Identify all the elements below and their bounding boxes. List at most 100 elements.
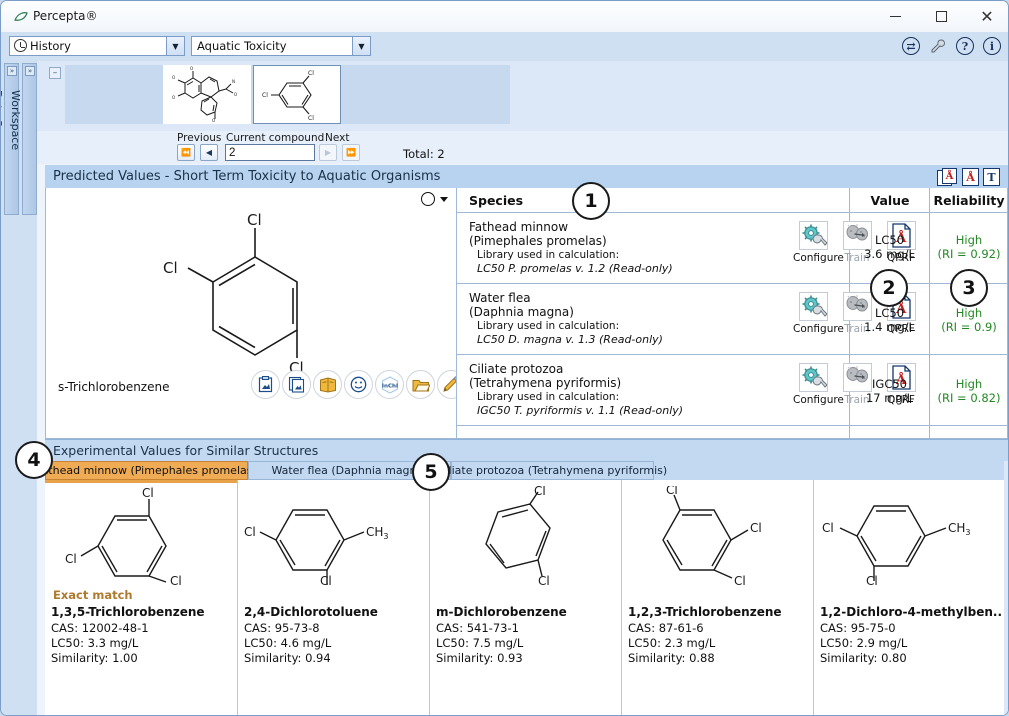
toolbar: History ▼ Aquatic Toxicity ▼ ⇄ ? i: [1, 32, 1008, 62]
radio-unselected-icon[interactable]: [421, 192, 435, 206]
svg-text:CH3: CH3: [948, 521, 971, 537]
similarity-value: Similarity: 0.88: [628, 651, 715, 665]
configure-button[interactable]: Configure: [793, 292, 844, 335]
percepta-window: Percepta® ✕ History ▼ Aquatic Toxicity ▼…: [0, 0, 1009, 716]
column-header-reliability: Reliability: [933, 193, 1005, 208]
window-title: Percepta®: [33, 9, 98, 23]
current-compound-label: Current compound: [226, 132, 325, 144]
export-icon-group: Å Å T: [937, 168, 1000, 186]
list-item[interactable]: Cl Cl Cl 1,2,3-Trichlorobenzene CAS: 87-61…: [621, 480, 813, 715]
similarity-value: Similarity: 1.00: [51, 651, 138, 665]
value-amount: 17 mg/L: [865, 391, 914, 405]
library-name: LC50 P. promelas v. 1.2 (Read-only): [477, 262, 673, 275]
section-title: Experimental Values for Similar Structur…: [53, 443, 319, 458]
smiles-icon[interactable]: [344, 370, 373, 399]
tab-ciliate-protozoa[interactable]: Ciliate protozoa (Tetrahymena pyriformis…: [438, 461, 667, 480]
list-item[interactable]: Cl Cl CH3 1,2-Dichloro-4-methylben.. CAS:…: [813, 480, 1008, 715]
similarity-value: Similarity: 0.94: [244, 651, 331, 665]
list-item[interactable]: Cl Cl m-Dichlorobenzene CAS: 541-73-1 LC5…: [429, 480, 621, 715]
text-report-icon[interactable]: T: [983, 168, 1000, 186]
wrench-icon[interactable]: [928, 36, 948, 56]
structure-action-icons: InChI: [251, 370, 466, 399]
lc50-value: LC50: 4.6 mg/L: [244, 636, 332, 650]
batch-pdf-report-icon[interactable]: Å: [937, 168, 958, 186]
chevron-down-icon[interactable]: [440, 197, 448, 202]
reliability-level: High: [955, 306, 983, 320]
tab-label: Fathead minnow (Pimephales promelas): [36, 464, 257, 477]
table-row[interactable]: Water flea (Daphnia magna) Library used …: [457, 284, 1008, 355]
main-structure-diagram: Cl Cl Cl: [151, 200, 391, 378]
reliability-index: (RI = 0.82): [937, 391, 1001, 405]
open-structure-icon[interactable]: [406, 370, 435, 399]
table-row[interactable]: Ciliate protozoa (Tetrahymena pyriformis…: [457, 355, 1008, 426]
pdf-report-icon[interactable]: Å: [962, 168, 979, 186]
value-amount: 3.6 mg/L: [864, 247, 915, 261]
callout-badge-2: 2: [870, 269, 908, 307]
maximize-button[interactable]: [919, 1, 963, 32]
tab-fathead-minnow[interactable]: Fathead minnow (Pimephales promelas): [36, 461, 257, 480]
table-row[interactable]: Fathead minnow (Pimephales promelas) Lib…: [457, 213, 1008, 284]
svg-text:Cl: Cl: [308, 70, 314, 77]
last-compound-button[interactable]: ⏩: [342, 144, 360, 161]
callout-badge-4: 4: [15, 441, 53, 479]
species-latin-name: (Daphnia magna): [469, 305, 574, 319]
help-icon[interactable]: ?: [955, 36, 975, 56]
svg-text:Cl: Cl: [142, 486, 154, 500]
column-header-value: Value: [870, 193, 910, 208]
current-compound-input[interactable]: [225, 144, 315, 161]
predicted-values-header: Predicted Values - Short Term Toxicity t…: [45, 165, 1008, 189]
compound-navigation-bar: Previous Current compound Next ⏪ ◀ ▶ ⏩ T…: [37, 131, 1008, 164]
next-compound-button[interactable]: ▶: [319, 144, 337, 161]
inchi-icon[interactable]: InChI: [375, 370, 404, 399]
svg-text:Cl: Cl: [538, 574, 550, 586]
reliability-index: (RI = 0.92): [937, 247, 1001, 261]
module-dropdown-value: Aquatic Toxicity: [197, 39, 287, 53]
value-endpoint: LC50: [874, 233, 905, 247]
svg-text:O: O: [190, 66, 193, 71]
panel-edge: [1004, 461, 1008, 715]
left-vertical-tab-strip: » Data Source » Workspace: [0, 61, 37, 715]
history-dropdown[interactable]: History ▼: [9, 36, 185, 56]
compound-name: 1,3,5-Trichlorobenzene: [51, 605, 205, 619]
configure-label: Configure: [793, 252, 844, 264]
cas-number: CAS: 12002-48-1: [51, 621, 149, 635]
list-item[interactable]: O O O N O O: [163, 65, 251, 124]
structure-diagram: Cl Cl CH3: [238, 486, 429, 588]
minimize-button[interactable]: [873, 1, 917, 32]
library-name: LC50 D. magna v. 1.3 (Read-only): [477, 333, 663, 346]
svg-text:Cl: Cl: [244, 525, 256, 539]
list-item[interactable]: Cl Cl Cl: [253, 65, 341, 124]
dictionary-icon[interactable]: [313, 370, 342, 399]
svg-text:Cl: Cl: [866, 574, 878, 586]
configure-button[interactable]: Configure: [793, 363, 844, 406]
svg-text:Cl: Cl: [734, 574, 746, 586]
expand-icon[interactable]: »: [7, 66, 17, 76]
paste-structure-icon[interactable]: [282, 370, 311, 399]
sidebar-item-label: Data Source: [0, 90, 4, 158]
module-dropdown[interactable]: Aquatic Toxicity ▼: [191, 36, 371, 56]
exact-match-label: Exact match: [53, 588, 133, 602]
experimental-values-header: Experimental Values for Similar Structur…: [45, 439, 1008, 461]
exact-match-indicator: [45, 480, 237, 483]
first-compound-button[interactable]: ⏪: [177, 144, 195, 161]
library-caption: Library used in calculation:: [477, 320, 620, 332]
sidebar-item-workspace[interactable]: » Workspace: [9, 63, 37, 215]
previous-compound-button[interactable]: ◀: [200, 144, 218, 161]
expand-icon[interactable]: »: [25, 66, 35, 76]
copy-structure-icon[interactable]: [251, 370, 280, 399]
list-item[interactable]: Cl Cl CH3 2,4-Dichlorotoluene CAS: 95-73-…: [237, 480, 429, 715]
collapse-icon[interactable]: –: [49, 67, 61, 79]
svg-text:Cl: Cl: [534, 486, 546, 498]
cas-number: CAS: 541-73-1: [436, 621, 519, 635]
callout-badge-5: 5: [412, 453, 450, 491]
title-bar: Percepta® ✕: [1, 1, 1008, 33]
svg-text:CH3: CH3: [366, 525, 389, 541]
sync-icon[interactable]: ⇄: [901, 36, 921, 56]
list-item[interactable]: Cl Cl Cl Exact match 1,3,5-Trichlorobenzen…: [45, 480, 237, 715]
svg-text:Cl: Cl: [170, 574, 182, 586]
compound-name: 1,2,3-Trichlorobenzene: [628, 605, 782, 619]
close-button[interactable]: ✕: [965, 1, 1008, 32]
table-header: Species Value Reliability: [457, 188, 1007, 213]
info-icon[interactable]: i: [982, 36, 1002, 56]
configure-button[interactable]: Configure: [793, 221, 844, 264]
